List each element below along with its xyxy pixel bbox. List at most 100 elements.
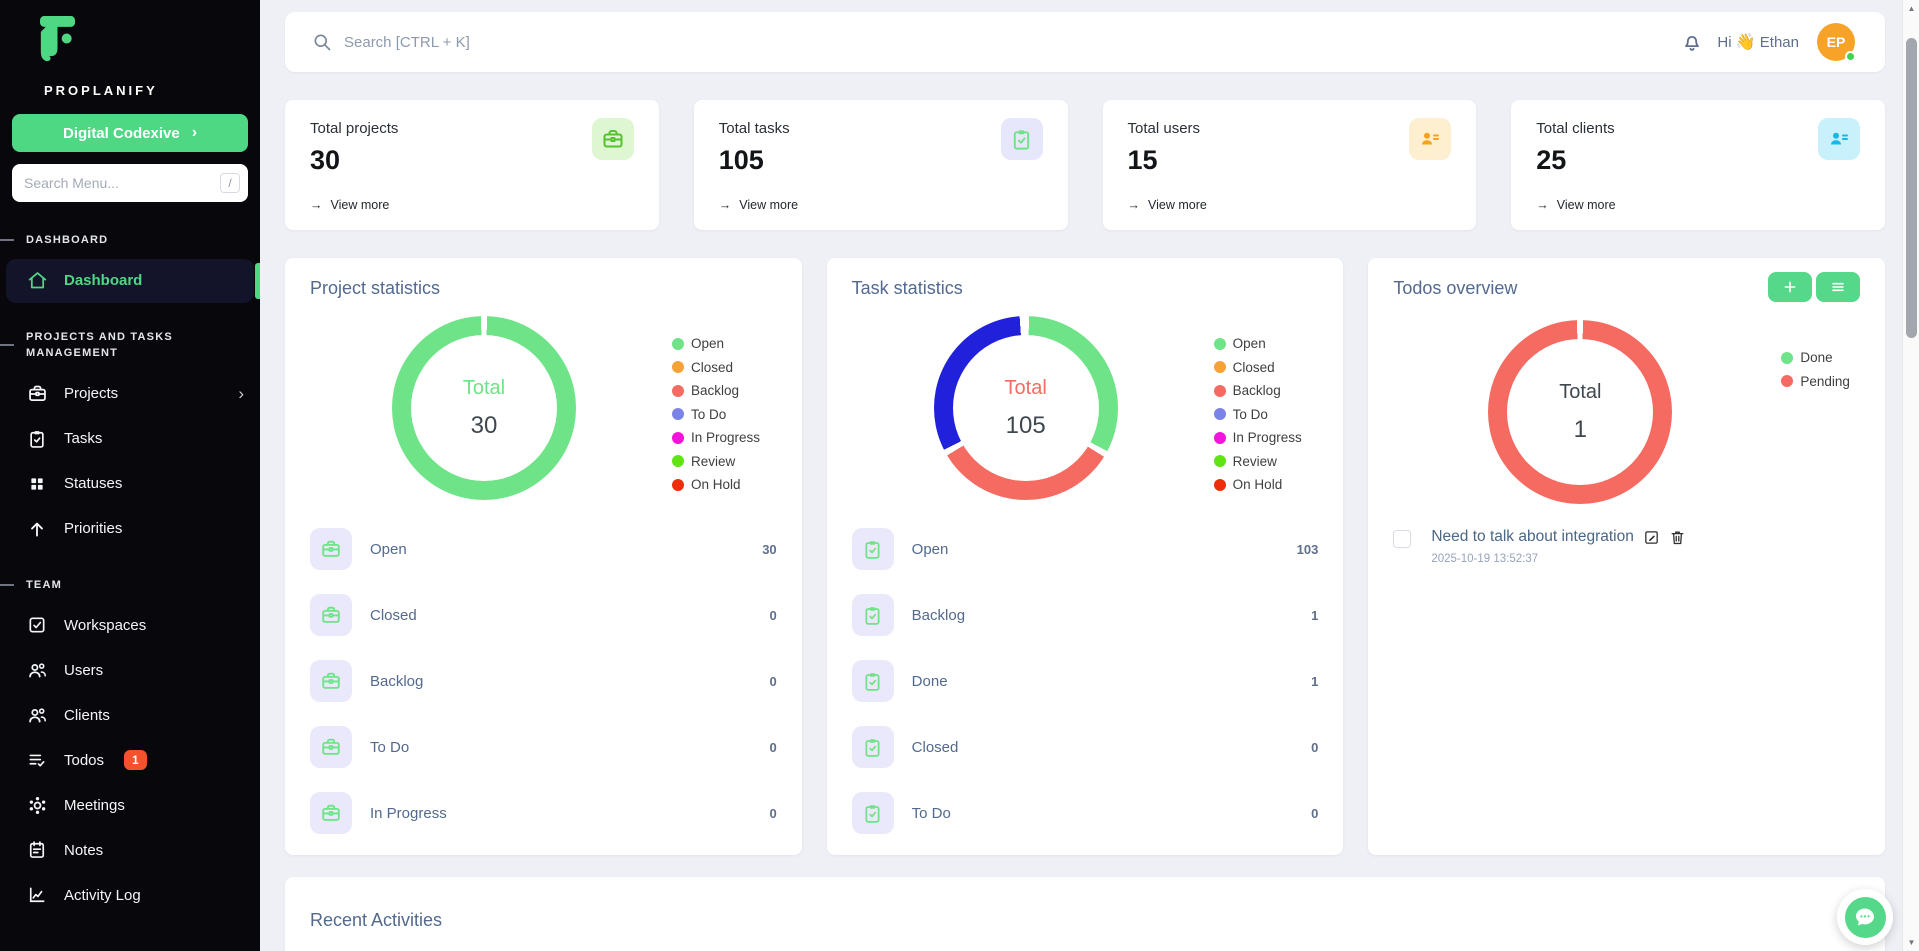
legend-item[interactable]: On Hold <box>1214 473 1302 497</box>
workspace-switcher-button[interactable]: Digital Codexive › <box>12 114 248 152</box>
legend-item[interactable]: Backlog <box>672 379 760 403</box>
legend-item[interactable]: Review <box>1214 450 1302 474</box>
card-title: Todos overview <box>1393 278 1517 299</box>
stat-value: 15 <box>1128 145 1452 176</box>
sidebar-item-label: Users <box>64 662 103 679</box>
stat-cards-row: Total projects 30 →View more Total tasks… <box>285 100 1885 230</box>
legend-item[interactable]: To Do <box>1214 403 1302 427</box>
legend-dot <box>1214 432 1226 444</box>
view-more-link[interactable]: →View more <box>1536 198 1615 212</box>
page-scrollbar[interactable]: ▲ ▼ <box>1902 0 1919 951</box>
recent-activities-title: Recent Activities <box>310 910 1860 931</box>
clipboard-check-icon <box>852 594 894 636</box>
legend-item[interactable]: In Progress <box>672 426 760 450</box>
app-logo: PROPLANIFY <box>30 12 260 98</box>
scroll-down-arrow[interactable]: ▼ <box>1903 938 1919 947</box>
notepad-icon <box>26 839 48 861</box>
todo-list-button[interactable] <box>1816 272 1860 302</box>
sidebar-item-users[interactable]: Users <box>6 648 254 692</box>
sidebar-item-todos[interactable]: Todos 1 <box>6 738 254 782</box>
add-todo-button[interactable] <box>1768 272 1812 302</box>
users-icon <box>26 704 48 726</box>
legend-item[interactable]: In Progress <box>1214 426 1302 450</box>
stat-value: 105 <box>719 145 1043 176</box>
sidebar-item-statuses[interactable]: Statuses <box>6 462 254 506</box>
list-check-icon <box>26 749 48 771</box>
wave-emoji: 👋 <box>1736 34 1756 51</box>
legend-dot <box>672 408 684 420</box>
scroll-up-arrow[interactable]: ▲ <box>1903 4 1919 13</box>
sidebar-item-notes[interactable]: Notes <box>6 828 254 872</box>
legend-item[interactable]: Done <box>1781 346 1850 370</box>
task-donut-chart[interactable]: Total 105 <box>934 316 1118 500</box>
todos-count-badge: 1 <box>124 750 147 770</box>
sidebar-item-projects[interactable]: Projects › <box>6 372 254 416</box>
legend-item[interactable]: Open <box>1214 332 1302 356</box>
legend-item[interactable]: On Hold <box>672 473 760 497</box>
view-more-link[interactable]: →View more <box>719 198 798 212</box>
legend-item[interactable]: Closed <box>672 356 760 380</box>
view-more-link[interactable]: →View more <box>310 198 389 212</box>
arrow-up-icon <box>26 518 48 540</box>
sidebar-item-tasks[interactable]: Tasks <box>6 417 254 461</box>
legend-dot <box>672 455 684 467</box>
sidebar: PROPLANIFY Digital Codexive › / DASHBOAR… <box>0 0 260 951</box>
status-rows: Open30 Closed0 Backlog0 To Do0 In Progre… <box>285 516 802 846</box>
legend-item[interactable]: Backlog <box>1214 379 1302 403</box>
briefcase-icon <box>592 118 634 160</box>
todo-checkbox[interactable] <box>1393 530 1411 548</box>
status-row: Closed0 <box>310 582 777 648</box>
stat-label: Total clients <box>1536 120 1860 137</box>
legend-item[interactable]: Closed <box>1214 356 1302 380</box>
sidebar-item-activity-log[interactable]: Activity Log <box>6 873 254 917</box>
sidebar-item-dashboard[interactable]: Dashboard <box>6 259 254 303</box>
sidebar-item-meetings[interactable]: Meetings <box>6 783 254 827</box>
username: Ethan <box>1760 34 1799 51</box>
donut-center-label: Total <box>1559 381 1601 404</box>
legend: Done Pending <box>1781 346 1850 393</box>
sidebar-item-label: Statuses <box>64 475 122 492</box>
status-row: In Progress0 <box>310 780 777 846</box>
view-more-link[interactable]: →View more <box>1128 198 1207 212</box>
sidebar-item-label: Projects <box>64 385 118 402</box>
section-dash <box>0 584 14 586</box>
trash-icon[interactable] <box>1669 529 1686 546</box>
recent-activities-card: Recent Activities <box>285 877 1885 951</box>
chat-fab-button[interactable] <box>1837 889 1893 945</box>
legend-dot <box>672 432 684 444</box>
global-search-input[interactable] <box>344 34 1681 51</box>
legend: Open Closed Backlog To Do In Progress Re… <box>672 332 760 497</box>
user-avatar[interactable]: EP <box>1817 23 1855 61</box>
briefcase-icon <box>310 594 352 636</box>
clipboard-check-icon <box>852 726 894 768</box>
legend-dot <box>1214 385 1226 397</box>
clipboard-check-icon <box>852 528 894 570</box>
project-donut-chart[interactable]: Total 30 <box>392 316 576 500</box>
todos-donut-chart[interactable]: Total 1 <box>1488 320 1672 504</box>
sidebar-item-label: Meetings <box>64 797 125 814</box>
arrow-right-icon: → <box>1128 198 1141 212</box>
briefcase-icon <box>310 660 352 702</box>
legend-item[interactable]: To Do <box>672 403 760 427</box>
sidebar-item-label: Clients <box>64 707 110 724</box>
briefcase-icon <box>310 726 352 768</box>
sidebar-menu-search-input[interactable] <box>12 164 248 202</box>
status-row: Done1 <box>852 648 1319 714</box>
status-rows: Open103 Backlog1 Done1 Closed0 To Do0 <box>827 516 1344 846</box>
sidebar-item-workspaces[interactable]: Workspaces <box>6 603 254 647</box>
legend-item[interactable]: Pending <box>1781 370 1850 394</box>
legend-item[interactable]: Review <box>672 450 760 474</box>
legend-item[interactable]: Open <box>672 332 760 356</box>
sidebar-item-priorities[interactable]: Priorities <box>6 507 254 551</box>
scrollbar-thumb[interactable] <box>1906 38 1917 338</box>
status-row: Open103 <box>852 516 1319 582</box>
donut-total-value: 1 <box>1574 416 1587 444</box>
notifications-bell-icon[interactable] <box>1681 31 1703 53</box>
briefcase-icon <box>310 792 352 834</box>
clipboard-check-icon <box>1001 118 1043 160</box>
slash-shortcut-badge: / <box>220 173 240 193</box>
plus-icon <box>1782 279 1798 295</box>
arrow-right-icon: → <box>310 198 323 212</box>
edit-icon[interactable] <box>1643 529 1660 546</box>
sidebar-item-clients[interactable]: Clients <box>6 693 254 737</box>
